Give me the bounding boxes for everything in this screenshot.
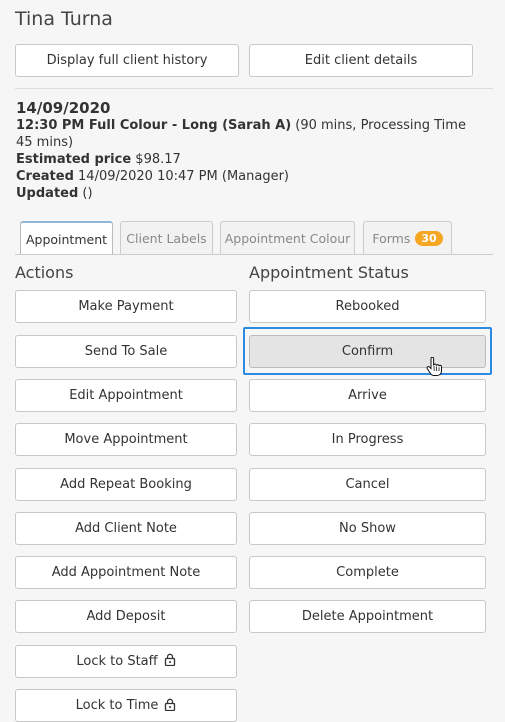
tab-forms[interactable]: Forms 30: [363, 221, 452, 254]
send-to-sale-button[interactable]: Send To Sale: [15, 335, 237, 368]
updated-value: (): [78, 186, 93, 201]
confirm-button[interactable]: Confirm: [249, 335, 486, 368]
add-appointment-note-button[interactable]: Add Appointment Note: [15, 556, 237, 589]
updated-info: Updated (): [16, 185, 466, 202]
updated-label: Updated: [16, 186, 79, 201]
estimated-price: Estimated price $98.17: [16, 151, 466, 168]
divider: [15, 88, 493, 89]
make-payment-button[interactable]: Make Payment: [15, 290, 237, 323]
tab-underline: [15, 254, 493, 255]
created-label: Created: [16, 169, 74, 184]
lock-to-time-button[interactable]: Lock to Time: [15, 689, 237, 722]
price-label: Estimated price: [16, 152, 132, 167]
service-bold: 12:30 PM Full Colour - Long (Sarah A): [16, 118, 292, 133]
add-deposit-button[interactable]: Add Deposit: [15, 600, 237, 633]
cancel-button[interactable]: Cancel: [249, 468, 486, 501]
in-progress-button[interactable]: In Progress: [249, 423, 486, 456]
tab-appointment-colour[interactable]: Appointment Colour: [220, 221, 355, 254]
add-repeat-booking-button[interactable]: Add Repeat Booking: [15, 468, 237, 501]
no-show-button[interactable]: No Show: [249, 512, 486, 545]
lock-icon: [164, 653, 176, 670]
rebooked-button[interactable]: Rebooked: [249, 290, 486, 323]
lock-to-staff-label: Lock to Staff: [76, 654, 158, 669]
tab-bar: Appointment Client Labels Appointment Co…: [0, 221, 505, 255]
lock-to-staff-button[interactable]: Lock to Staff: [15, 645, 237, 678]
appointment-service: 12:30 PM Full Colour - Long (Sarah A) (9…: [16, 117, 466, 151]
complete-button[interactable]: Complete: [249, 556, 486, 589]
edit-client-button[interactable]: Edit client details: [249, 44, 473, 77]
lock-icon: [164, 698, 176, 715]
tab-forms-label: Forms: [372, 230, 411, 246]
arrive-button[interactable]: Arrive: [249, 379, 486, 412]
tab-client-labels-label: Client Labels: [126, 230, 207, 246]
appointment-details: 14/09/2020 12:30 PM Full Colour - Long (…: [16, 99, 466, 202]
tab-appointment[interactable]: Appointment: [20, 221, 113, 255]
tab-appointment-label: Appointment: [25, 231, 108, 247]
move-appointment-button[interactable]: Move Appointment: [15, 423, 237, 456]
edit-appointment-button[interactable]: Edit Appointment: [15, 379, 237, 412]
forms-count-badge: 30: [415, 230, 443, 246]
tab-appointment-colour-label: Appointment Colour: [224, 230, 351, 246]
status-title: Appointment Status: [249, 263, 409, 282]
delete-appointment-button[interactable]: Delete Appointment: [249, 600, 486, 633]
price-value: $98.17: [131, 152, 181, 167]
created-value: 14/09/2020 10:47 PM (Manager): [73, 169, 289, 184]
lock-to-time-label: Lock to Time: [75, 698, 159, 713]
tab-client-labels[interactable]: Client Labels: [120, 221, 213, 254]
add-client-note-button[interactable]: Add Client Note: [15, 512, 237, 545]
display-history-button[interactable]: Display full client history: [15, 44, 239, 77]
appointment-date: 14/09/2020: [16, 99, 111, 117]
hand-pointer-icon: [425, 356, 443, 381]
created-info: Created 14/09/2020 10:47 PM (Manager): [16, 168, 466, 185]
client-name: Tina Turna: [15, 8, 113, 30]
actions-title: Actions: [15, 263, 74, 282]
